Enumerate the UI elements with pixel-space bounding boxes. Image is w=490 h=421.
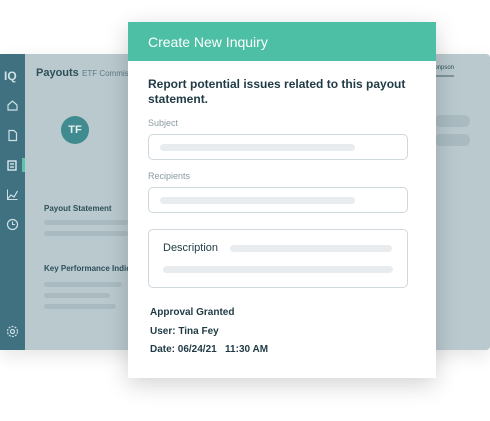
- app-logo: IQ: [4, 69, 17, 83]
- document-icon[interactable]: [6, 129, 19, 142]
- clock-icon[interactable]: [6, 218, 19, 231]
- placeholder-bar: [44, 220, 128, 225]
- subject-placeholder-bar: [160, 144, 355, 151]
- avatar: TF: [61, 116, 89, 144]
- recipients-placeholder-bar: [160, 197, 355, 204]
- page-title: Payouts: [36, 67, 79, 79]
- create-inquiry-modal: Create New Inquiry Report potential issu…: [128, 22, 436, 378]
- approval-user: User: Tina Fey: [150, 326, 219, 337]
- recipients-input[interactable]: [148, 187, 408, 213]
- placeholder-bar: [44, 282, 122, 287]
- user-name[interactable]: pnpson: [434, 65, 454, 71]
- placeholder-bar: [44, 231, 128, 236]
- placeholder-bar: [44, 293, 110, 298]
- section-key-performance: Key Performance Indic: [44, 264, 131, 273]
- subject-input[interactable]: [148, 134, 408, 160]
- approval-status: Approval Granted: [150, 307, 235, 318]
- calculator-icon[interactable]: [6, 159, 19, 172]
- subject-label: Subject: [148, 118, 179, 128]
- placeholder-pill: [434, 115, 470, 127]
- placeholder-pill: [434, 134, 470, 146]
- section-payout-statement: Payout Statement: [44, 204, 112, 213]
- description-placeholder-bar: [230, 245, 392, 252]
- page-subtitle: ETF Commis: [82, 69, 129, 78]
- sidebar: IQ: [0, 54, 25, 350]
- chart-icon[interactable]: [6, 188, 19, 201]
- modal-intro-text: Report potential issues related to this …: [148, 77, 406, 106]
- modal-title: Create New Inquiry: [148, 34, 268, 50]
- modal-header: Create New Inquiry: [128, 22, 436, 61]
- approval-date: Date: 06/24/21 11:30 AM: [150, 344, 269, 355]
- recipients-label: Recipients: [148, 171, 191, 181]
- active-nav-indicator: [22, 158, 25, 172]
- description-placeholder-bar: [163, 266, 393, 273]
- description-textarea[interactable]: Description: [148, 229, 408, 288]
- home-icon[interactable]: [6, 99, 19, 112]
- placeholder-bar: [44, 304, 116, 309]
- description-label: Description: [163, 242, 219, 254]
- gear-icon[interactable]: [6, 325, 19, 338]
